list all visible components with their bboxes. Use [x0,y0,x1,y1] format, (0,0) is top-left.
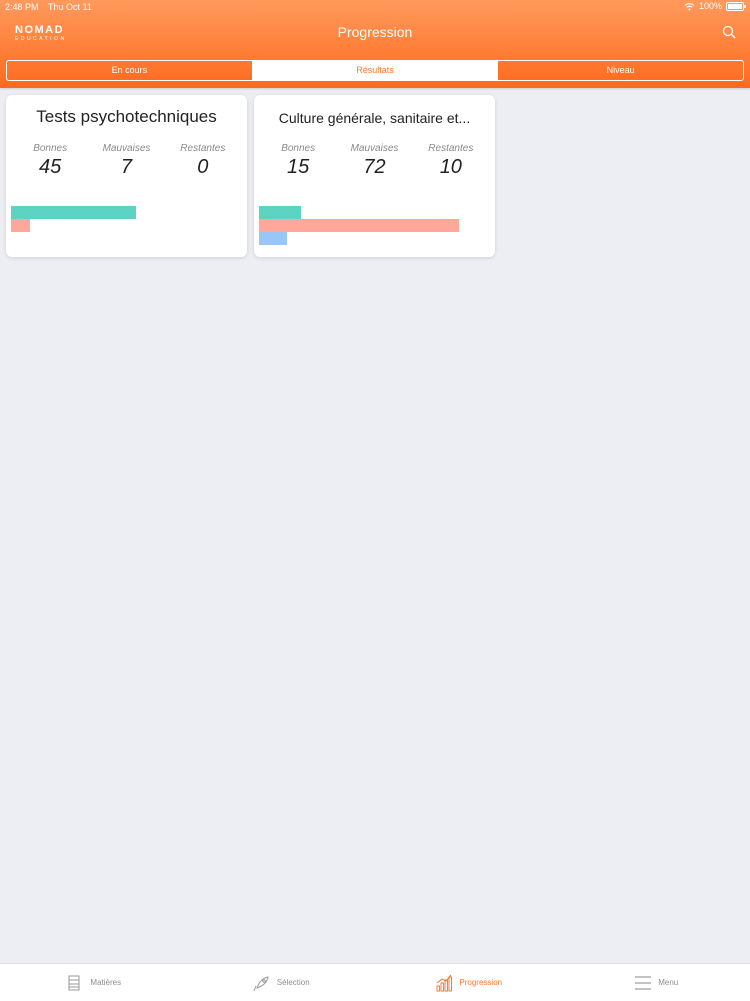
tab-matieres[interactable]: Matières [0,964,188,1001]
tab-label: Sélection [277,978,310,987]
bonnes-bar [259,206,301,219]
card-title: Tests psychotechniques [18,107,235,127]
tab-label: Menu [658,978,678,987]
result-card-tests-psychotechniques[interactable]: Tests psychotechniques Bonnes 45 Mauvais… [6,95,247,257]
stat-bonnes: Bonnes 15 [260,143,336,179]
card-title: Culture générale, sanitaire et... [266,110,483,126]
segment-en-cours[interactable]: En cours [7,61,253,80]
tab-selection[interactable]: Sélection [188,964,376,1001]
stat-bonnes: Bonnes 45 [12,143,88,179]
wifi-icon [684,2,695,11]
mauvaises-bar [259,219,459,232]
stat-bonnes-value: 45 [12,156,88,179]
card-stats: Bonnes 45 Mauvaises 7 Restantes 0 [12,143,241,179]
chart-icon [435,974,453,992]
restantes-bar [259,232,287,245]
mauvaises-bar [11,219,30,232]
tab-menu[interactable]: Menu [563,964,750,1001]
page-title: Progression [0,24,750,40]
stat-restantes-label: Restantes [413,143,489,154]
card-stats: Bonnes 15 Mauvaises 72 Restantes 10 [260,143,489,179]
stat-mauvaises-label: Mauvaises [336,143,412,154]
stat-mauvaises-value: 7 [88,156,164,179]
status-bar: 2:48 PM Thu Oct 11 100% [0,0,750,14]
stat-bonnes-value: 15 [260,156,336,179]
status-right: 100% [684,1,744,11]
status-day: Thu Oct 11 [48,2,92,12]
stat-mauvaises-value: 72 [336,156,412,179]
app-header: 2:48 PM Thu Oct 11 100% NOMAD EDUCATION … [0,0,750,88]
stat-restantes-value: 10 [413,156,489,179]
tab-progression[interactable]: Progression [375,964,563,1001]
stat-bonnes-label: Bonnes [12,143,88,154]
stat-restantes: Restantes 0 [165,143,241,179]
segment-resultats[interactable]: Résultats [253,61,499,80]
segment-niveau[interactable]: Niveau [498,61,743,80]
tab-label: Progression [459,978,502,987]
segmented-control: En cours Résultats Niveau [6,60,744,81]
bonnes-bar [11,206,136,219]
stat-mauvaises: Mauvaises 72 [336,143,412,179]
stat-restantes: Restantes 10 [413,143,489,179]
status-time: 2:48 PM [5,2,39,12]
result-card-culture-generale[interactable]: Culture générale, sanitaire et... Bonnes… [254,95,495,257]
tab-label: Matières [90,978,121,987]
stat-mauvaises-label: Mauvaises [88,143,164,154]
tab-bar: Matières Sélection Progression Menu [0,963,750,1001]
stat-restantes-label: Restantes [165,143,241,154]
search-icon[interactable] [722,25,736,39]
books-icon [66,974,84,992]
battery-percent: 100% [699,1,722,11]
menu-icon [634,974,652,992]
stat-restantes-value: 0 [165,156,241,179]
battery-icon [726,2,744,11]
rocket-icon [253,974,271,992]
stat-bonnes-label: Bonnes [260,143,336,154]
stat-mauvaises: Mauvaises 7 [88,143,164,179]
